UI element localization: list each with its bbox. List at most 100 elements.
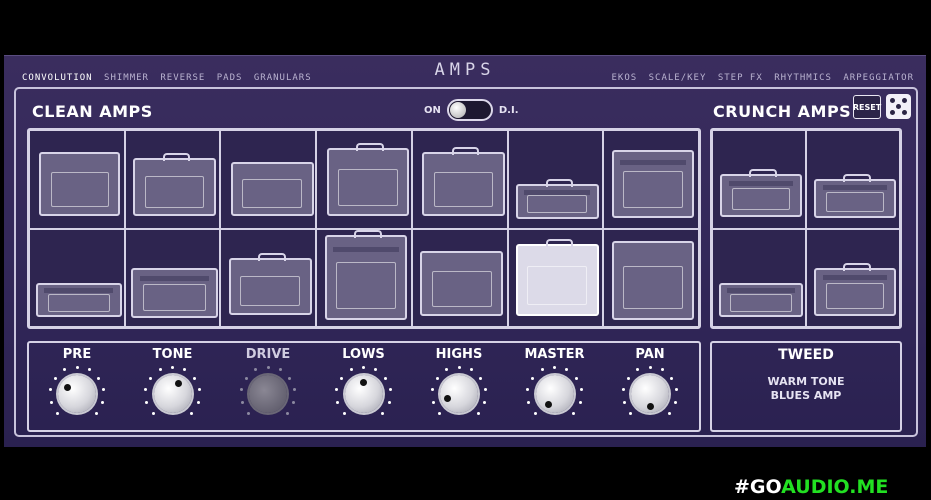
knob-scale-dot <box>553 365 556 369</box>
amp-grill <box>242 178 303 209</box>
knob-scale-dot <box>430 388 434 392</box>
clean-amp-slot-6[interactable] <box>507 130 604 229</box>
amp-grill <box>144 176 205 208</box>
knob-scale-dot <box>469 368 473 372</box>
knob-indicator <box>545 400 552 408</box>
clean-amp-slot-11[interactable] <box>316 228 412 327</box>
knob-scale-dot <box>145 400 149 404</box>
amp-cabinet-icon <box>516 238 599 316</box>
knob-scale-dot <box>244 376 248 380</box>
crunch-amp-slot-4[interactable] <box>806 228 900 327</box>
clean-amp-slot-8[interactable] <box>29 228 125 327</box>
di-label: D.I. <box>498 104 519 116</box>
crunch-amp-slot-1[interactable] <box>712 130 806 229</box>
knob-scale-dot <box>648 365 652 369</box>
amp-control-strip <box>726 288 795 294</box>
amp-cabinet-icon <box>420 250 504 317</box>
crunch-amps-title: CRUNCH AMPS <box>713 102 852 121</box>
knob-master-control[interactable] <box>535 375 574 413</box>
amp-cabinet-icon <box>228 253 312 315</box>
di-toggle-switch[interactable] <box>446 99 493 121</box>
amp-grill <box>527 266 588 306</box>
knob-scale-dot <box>660 368 664 372</box>
amp-control-strip <box>44 288 114 294</box>
clean-amp-slot-9[interactable] <box>124 228 221 327</box>
amp-grill <box>731 188 791 211</box>
clean-amp-slot-10[interactable] <box>220 228 317 327</box>
knob-scale-dot <box>240 400 244 404</box>
knob-scale-dot <box>476 411 480 415</box>
amp-handle <box>749 169 777 178</box>
clean-amp-slot-12[interactable] <box>411 228 508 327</box>
clean-amp-slot-1[interactable] <box>29 130 125 229</box>
amp-cabinet-icon <box>326 143 410 217</box>
amp-control-strip <box>620 159 687 165</box>
main-panel: CLEAN AMPS CRUNCH AMPS ON D.I. RESET PRE… <box>14 87 918 437</box>
amp-grill <box>47 293 111 312</box>
knob-indicator <box>175 380 182 388</box>
knob-pan-control[interactable] <box>631 375 669 413</box>
tab-arpeggiator[interactable]: ARPEGGIATOR <box>843 73 914 83</box>
knob-scale-dot <box>48 388 52 392</box>
amp-control-strip <box>728 181 794 187</box>
knob-scale-dot <box>197 388 201 392</box>
tab-scale-key[interactable]: SCALE/KEY <box>649 73 707 83</box>
amp-cabinet-icon <box>39 152 121 217</box>
knob-scale-dot <box>383 376 387 380</box>
crunch-amp-slot-2[interactable] <box>806 130 900 229</box>
knob-label: LOWS <box>342 347 385 362</box>
knob-scale-dot <box>183 368 187 372</box>
tab-step-fx[interactable]: STEP FX <box>718 73 763 83</box>
knob-scale-dot <box>484 388 488 392</box>
knob-lows-control[interactable] <box>344 375 383 413</box>
knob-scale-dot <box>527 400 531 404</box>
amp-control-strip <box>524 189 591 195</box>
clean-amp-slot-3[interactable] <box>220 130 317 229</box>
knob-scale-dot <box>674 400 678 404</box>
clean-amps-grid <box>27 128 701 329</box>
knob-scale-dot <box>278 368 282 372</box>
knob-scale-dot <box>171 365 174 369</box>
knob-scale-dot <box>87 368 91 372</box>
knob-scale-dot <box>438 411 442 415</box>
amp-desc-line2: BLUES AMP <box>770 389 842 402</box>
dice-icon[interactable] <box>886 94 911 119</box>
clean-amp-slot-5[interactable] <box>411 130 508 229</box>
knob-label: MASTER <box>524 347 585 362</box>
knob-drive-control[interactable] <box>249 375 287 413</box>
tab-ekos[interactable]: EKOS <box>612 73 638 83</box>
clean-amp-slot-7[interactable] <box>603 130 699 229</box>
clean-amp-slot-14[interactable] <box>603 228 699 327</box>
amp-cabinet-icon <box>720 169 802 218</box>
reset-button[interactable]: RESET <box>853 95 881 119</box>
amp-grill <box>143 283 206 311</box>
toggle-thumb <box>449 102 466 118</box>
knob-scale-dot <box>445 368 449 372</box>
crunch-amp-slot-3[interactable] <box>712 228 806 327</box>
amp-grill <box>431 271 492 308</box>
knob-scale-dot <box>675 388 679 392</box>
tab-rhythmics[interactable]: RHYTHMICS <box>774 73 832 83</box>
knob-highs-control[interactable] <box>440 375 478 413</box>
amp-cabinet-icon <box>131 268 218 319</box>
amp-info-panel: TWEED WARM TONE BLUES AMP <box>710 341 902 432</box>
knob-ring <box>329 365 399 423</box>
amp-grill <box>825 191 885 212</box>
amp-handle <box>354 230 382 239</box>
watermark-part1: #GO <box>734 476 782 498</box>
knob-indicator <box>444 394 452 402</box>
watermark-part2: AUDIO.ME <box>781 476 889 498</box>
knob-scale-dot <box>335 388 339 392</box>
clean-amp-slot-4[interactable] <box>316 130 412 229</box>
clean-amp-slot-2[interactable] <box>124 130 221 229</box>
amp-grill <box>337 169 398 207</box>
knob-scale-dot <box>63 368 67 372</box>
knob-pre-control[interactable] <box>58 375 96 413</box>
knob-scale-dot <box>288 376 292 380</box>
knob-scale-dot <box>565 368 569 372</box>
amp-grill <box>623 171 684 209</box>
knob-pre: PRE <box>42 347 112 423</box>
knob-label: DRIVE <box>245 347 291 362</box>
knob-tone-control[interactable] <box>153 375 192 413</box>
clean-amp-slot-13[interactable] <box>507 228 604 327</box>
